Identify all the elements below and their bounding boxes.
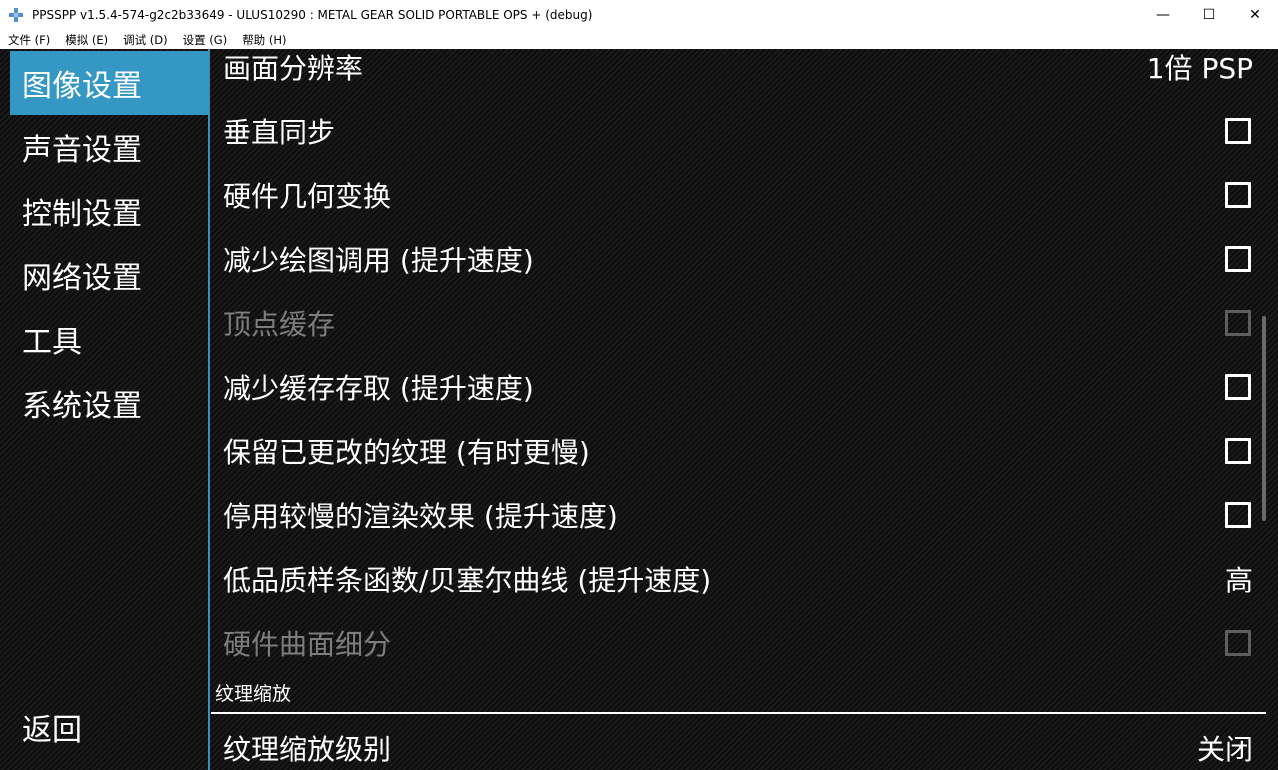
settings-sidebar: 图像设置 声音设置 控制设置 网络设置 工具 系统设置 返回 <box>0 49 208 770</box>
maximize-icon: ☐ <box>1202 7 1216 23</box>
menu-file[interactable]: 文件 (F) <box>0 32 57 48</box>
setting-label: 画面分辨率 <box>223 52 364 85</box>
menu-bar: 文件 (F) 模拟 (E) 调试 (D) 设置 (G) 帮助 (H) <box>0 30 1278 49</box>
setting-label: 垂直同步 <box>223 116 336 149</box>
setting-label: 硬件曲面细分 <box>223 628 392 661</box>
tab-controls[interactable]: 控制设置 <box>10 179 208 243</box>
setting-label: 硬件几何变换 <box>223 180 392 213</box>
menu-help[interactable]: 帮助 (H) <box>234 32 293 48</box>
setting-row-hardware-tessellation: 硬件曲面细分 <box>211 611 1261 675</box>
ppsspp-app-icon <box>8 7 24 23</box>
menu-emulation[interactable]: 模拟 (E) <box>57 32 115 48</box>
setting-row-vsync[interactable]: 垂直同步 <box>211 99 1261 163</box>
checkbox[interactable] <box>1225 374 1251 400</box>
back-button[interactable]: 返回 <box>10 695 208 759</box>
tab-tools[interactable]: 工具 <box>10 307 208 371</box>
setting-label: 低品质样条函数/贝塞尔曲线 (提升速度) <box>223 564 712 597</box>
setting-label: 减少缓存存取 (提升速度) <box>223 372 534 405</box>
setting-row-reduce-draw-calls[interactable]: 减少绘图调用 (提升速度) <box>211 227 1261 291</box>
tab-networking[interactable]: 网络设置 <box>10 243 208 307</box>
setting-row-reduce-buffer-access[interactable]: 减少缓存存取 (提升速度) <box>211 355 1261 419</box>
checkbox[interactable] <box>1225 438 1251 464</box>
setting-row-resolution[interactable]: 画面分辨率 1倍 PSP <box>211 49 1261 99</box>
section-divider <box>211 712 1266 714</box>
tab-system[interactable]: 系统设置 <box>10 371 208 435</box>
minimize-button[interactable]: — <box>1140 0 1186 30</box>
checkbox <box>1225 310 1251 336</box>
settings-screen: 图像设置 声音设置 控制设置 网络设置 工具 系统设置 返回 画面分辨率 1倍 … <box>0 49 1278 770</box>
maximize-button[interactable]: ☐ <box>1186 0 1232 30</box>
section-header-texture-scaling: 纹理缩放 <box>215 683 292 705</box>
setting-label: 顶点缓存 <box>223 308 336 341</box>
title-bar: PPSSPP v1.5.4-574-g2c2b33649 - ULUS10290… <box>0 0 1278 30</box>
checkbox[interactable] <box>1225 502 1251 528</box>
close-icon: ✕ <box>1249 7 1261 23</box>
menu-debug[interactable]: 调试 (D) <box>115 32 174 48</box>
window-title: PPSSPP v1.5.4-574-g2c2b33649 - ULUS10290… <box>32 8 593 22</box>
setting-row-retain-changed-textures[interactable]: 保留已更改的纹理 (有时更慢) <box>211 419 1261 483</box>
checkbox <box>1225 630 1251 656</box>
menu-settings[interactable]: 设置 (G) <box>175 32 235 48</box>
close-button[interactable]: ✕ <box>1232 0 1278 30</box>
minimize-icon: — <box>1156 7 1170 23</box>
tab-graphics[interactable]: 图像设置 <box>10 51 208 115</box>
tab-audio[interactable]: 声音设置 <box>10 115 208 179</box>
setting-label: 纹理缩放级别 <box>223 733 392 766</box>
checkbox[interactable] <box>1225 182 1251 208</box>
setting-label: 保留已更改的纹理 (有时更慢) <box>223 436 590 469</box>
window-controls: — ☐ ✕ <box>1140 0 1278 30</box>
checkbox[interactable] <box>1225 118 1251 144</box>
settings-list: 画面分辨率 1倍 PSP 垂直同步 硬件几何变换 减少绘图调用 (提升速度) 顶… <box>211 49 1266 770</box>
setting-row-hardware-transform[interactable]: 硬件几何变换 <box>211 163 1261 227</box>
setting-row-vertex-cache: 顶点缓存 <box>211 291 1261 355</box>
setting-value: 高 <box>1224 564 1253 597</box>
scrollbar[interactable] <box>1262 316 1266 521</box>
setting-row-disable-slow-effects[interactable]: 停用较慢的渲染效果 (提升速度) <box>211 483 1261 547</box>
setting-row-spline-quality[interactable]: 低品质样条函数/贝塞尔曲线 (提升速度) 高 <box>211 547 1261 611</box>
setting-value: 关闭 <box>1196 733 1253 766</box>
sidebar-divider <box>208 49 210 770</box>
setting-label: 停用较慢的渲染效果 (提升速度) <box>223 500 618 533</box>
setting-row-texture-upscale-level[interactable]: 纹理缩放级别 关闭 <box>211 716 1261 770</box>
checkbox[interactable] <box>1225 246 1251 272</box>
setting-label: 减少绘图调用 (提升速度) <box>223 244 534 277</box>
setting-value: 1倍 PSP <box>1146 52 1253 85</box>
